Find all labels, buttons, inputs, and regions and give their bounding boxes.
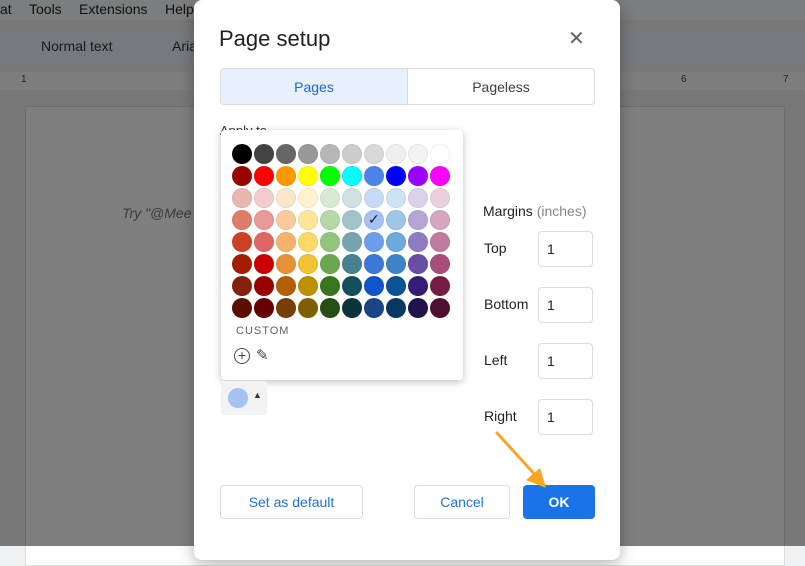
annotation-arrow-icon (495, 431, 546, 488)
